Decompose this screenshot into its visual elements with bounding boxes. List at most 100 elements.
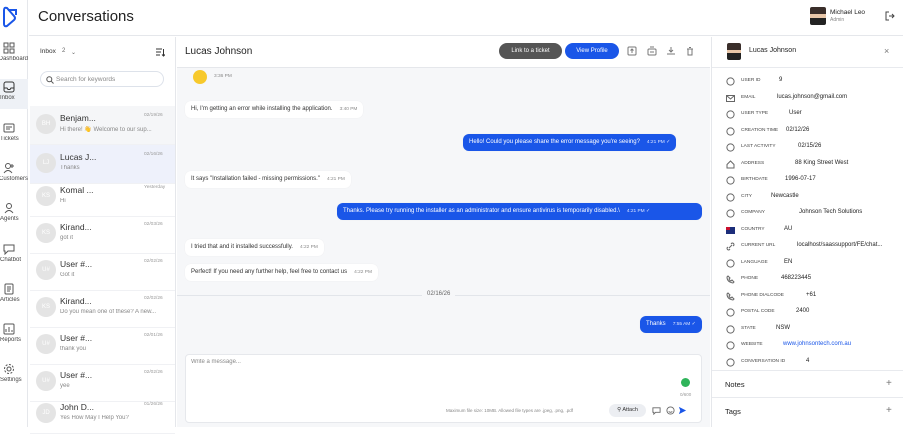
conversation-item[interactable]: BH Benjam... Hi there! 👋 Welcome to our …: [30, 106, 175, 145]
nav-inbox-label: Inbox: [0, 95, 15, 101]
send-icon[interactable]: [678, 406, 687, 415]
detail-value: 02/15/26: [798, 143, 822, 149]
conversation-preview: Hi there! 👋 Welcome to our sup...: [60, 127, 152, 133]
conversation-preview: thank you: [60, 346, 87, 352]
notes-title: Notes: [725, 380, 745, 389]
chevron-down-icon[interactable]: ⌄: [71, 49, 76, 56]
user-avatar[interactable]: [810, 7, 826, 25]
message-time: 4:21 PM ✓: [626, 209, 651, 214]
conversation-date: 02/16/26: [144, 152, 163, 157]
export-icon[interactable]: [627, 46, 637, 56]
message-bubble-outgoing: Thanks 7:55 AM ✓: [640, 316, 702, 333]
nav-chatbot[interactable]: Chatbot: [0, 241, 28, 271]
nav-reports[interactable]: Reports: [0, 321, 28, 351]
emoji-icon[interactable]: [666, 406, 675, 415]
detail-value[interactable]: www.johnsontech.com.au: [783, 341, 851, 347]
conversation-date: 02/01/26: [144, 333, 163, 338]
view-profile-button[interactable]: View Profile: [565, 43, 619, 59]
conversation-name: Lucas J...: [60, 152, 97, 162]
detail-key: Company: [741, 210, 765, 215]
detail-value: 88 King Street West: [795, 159, 849, 166]
globe-icon: [726, 324, 735, 334]
nav-inbox[interactable]: Inbox: [0, 79, 28, 109]
detail-value: +61: [806, 291, 817, 298]
contact-details-panel: Lucas Johnson × User ID 9 Email lucas.johns…: [711, 37, 903, 427]
nav-customers[interactable]: Customers: [0, 160, 28, 190]
phone-icon: [726, 291, 735, 301]
inbox-icon: [3, 81, 15, 93]
conversation-name: Benjam...: [60, 113, 96, 123]
notes-section[interactable]: Notes +: [712, 370, 903, 397]
file-limits-note: Maximum file size: 10MB. Allowed file ty…: [446, 408, 574, 413]
nav-agents[interactable]: Agents: [0, 200, 28, 230]
detail-value: 02/12/26: [786, 126, 810, 133]
inbox-filter-label[interactable]: Inbox: [40, 48, 56, 55]
grammar-check-icon[interactable]: [681, 378, 690, 387]
logout-icon[interactable]: [885, 11, 895, 21]
conversation-item[interactable]: U# User #... Got it 02/02/26: [30, 252, 175, 291]
trash-icon[interactable]: [685, 46, 695, 56]
detail-key: Creation Time: [741, 127, 779, 133]
plus-icon[interactable]: +: [886, 405, 892, 416]
conversation-item[interactable]: JD John D... Yes How May I Help You? 01/…: [30, 395, 175, 434]
conversation-item[interactable]: U# User #... thank you 02/01/26: [30, 326, 175, 365]
detail-value: Johnson Tech Solutions: [799, 209, 863, 215]
emoji-sticker-icon: [193, 70, 207, 84]
user-name[interactable]: Michael Leo: [830, 9, 865, 16]
nav-dashboard[interactable]: Dashboard: [0, 40, 28, 70]
detail-value: 1996-07-17: [785, 176, 816, 182]
conversation-name: Kirand...: [60, 222, 92, 232]
close-icon[interactable]: ×: [884, 46, 889, 56]
conversation-date: 02/19/26: [144, 113, 163, 118]
attach-button[interactable]: ⚲ Attach: [609, 404, 646, 417]
nav-agents-label: Agents: [0, 216, 19, 222]
avatar: KS: [36, 297, 56, 317]
message-text: Perfect! If you need any further help, f…: [191, 269, 348, 275]
detail-key: Phone: [741, 276, 759, 281]
app-logo-icon[interactable]: [2, 6, 18, 28]
conversation-name: User #...: [60, 259, 93, 269]
id-icon: [726, 77, 735, 86]
chat-contact-name: Lucas Johnson: [185, 46, 253, 57]
conversation-name: John D...: [60, 402, 95, 412]
page-title: Conversations: [38, 8, 134, 25]
message-time: 3:40 PM: [339, 107, 358, 112]
plus-icon[interactable]: +: [886, 378, 892, 389]
detail-value: 9: [779, 77, 783, 83]
conversation-item[interactable]: KS Kirand... got it 02/03/26: [30, 215, 175, 254]
nav-settings[interactable]: Settings: [0, 361, 28, 391]
search-input[interactable]: [56, 74, 160, 85]
nav-chatbot-label: Chatbot: [0, 257, 22, 263]
link-ticket-button[interactable]: Link to a ticket: [499, 43, 562, 59]
search-icon: [46, 76, 54, 84]
tags-section[interactable]: Tags +: [712, 397, 903, 424]
conversation-date: 02/03/26: [144, 222, 163, 227]
top-bar: Conversations Michael Leo Admin: [29, 0, 903, 36]
detail-value: EN: [784, 258, 793, 265]
agent-icon: [4, 203, 14, 214]
conversation-name: User #...: [60, 333, 93, 343]
detail-value[interactable]: lucas.johnson@gmail.com: [777, 94, 847, 100]
message-bubble-outgoing: Thanks. Please try running the installer…: [337, 203, 702, 220]
gear-icon: [4, 364, 14, 374]
download-icon[interactable]: [666, 46, 676, 56]
date-separator: 02/16/26: [177, 291, 710, 297]
company-icon: [726, 209, 735, 218]
message-input[interactable]: [191, 359, 661, 389]
conversation-item[interactable]: KS Kirand... Do you mean one of these? A…: [30, 289, 175, 328]
language-icon: [726, 258, 735, 268]
mail-icon: [726, 94, 735, 102]
message-bubble-incoming: 3:36 PM: [185, 68, 238, 85]
nav-articles[interactable]: Articles: [0, 281, 28, 311]
avatar: LJ: [36, 153, 56, 173]
detail-key: Current URL: [741, 243, 776, 248]
nav-tickets[interactable]: Tickets: [0, 120, 28, 150]
conversation-item[interactable]: KS Komal ... Hi Yesterday: [30, 178, 175, 217]
quick-reply-icon[interactable]: [652, 406, 661, 415]
message-time: 4:22 PM: [354, 270, 372, 275]
chat-header: Lucas Johnson Link to a ticket View Prof…: [177, 37, 710, 68]
phone-icon: [726, 275, 735, 284]
archive-icon[interactable]: [647, 46, 657, 56]
sort-filter-icon[interactable]: [155, 47, 165, 57]
conversation-list-panel: Inbox 2 ⌄ BH Benjam... Hi there! 👋 Welco…: [30, 37, 176, 434]
